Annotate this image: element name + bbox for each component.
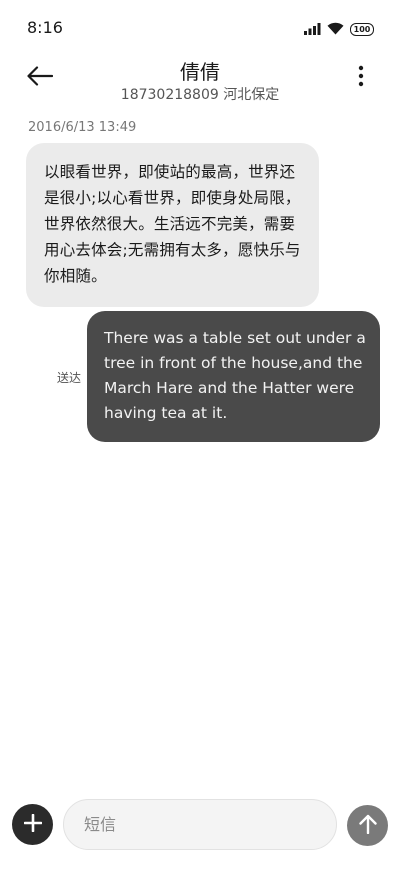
battery-icon: 100 bbox=[350, 23, 374, 36]
status-time: 8:16 bbox=[27, 18, 63, 37]
add-attachment-button[interactable] bbox=[12, 804, 53, 845]
contact-detail: 18730218809 河北保定 bbox=[120, 87, 280, 103]
message-input[interactable] bbox=[63, 799, 337, 850]
signal-icon bbox=[304, 20, 321, 39]
conversation-header: 倩倩 18730218809 河北保定 bbox=[0, 56, 400, 112]
arrow-up-icon bbox=[358, 814, 377, 838]
status-icons: 100 bbox=[304, 20, 374, 39]
outgoing-message-bubble[interactable]: There was a table set out under a tree i… bbox=[87, 311, 380, 442]
contact-name: 倩倩 bbox=[180, 60, 220, 84]
more-vertical-icon bbox=[358, 65, 364, 91]
send-button[interactable] bbox=[347, 805, 388, 846]
incoming-message-bubble[interactable]: 以眼看世界，即使站的最高，世界还是很小;以心看世界，即使身处局限，世界依然很大。… bbox=[26, 143, 319, 307]
status-bar: 8:16 100 bbox=[0, 0, 400, 56]
more-options-button[interactable] bbox=[352, 64, 370, 92]
delivery-status: 送达 bbox=[57, 371, 82, 385]
plus-icon bbox=[23, 813, 42, 836]
message-timestamp: 2016/6/13 13:49 bbox=[28, 120, 137, 135]
wifi-icon bbox=[327, 20, 344, 39]
